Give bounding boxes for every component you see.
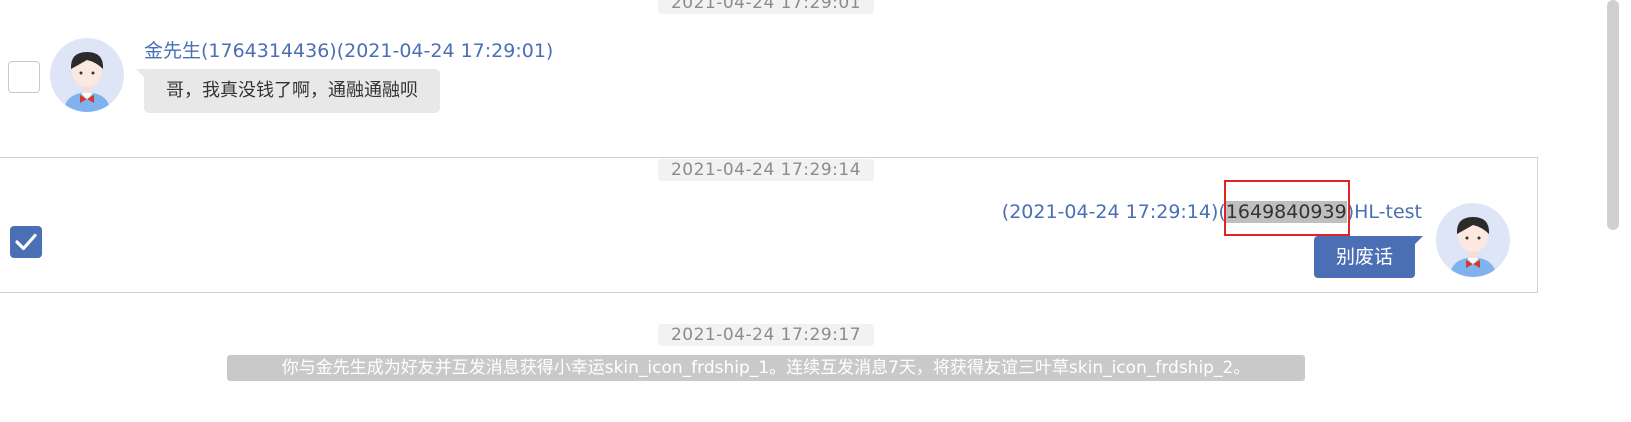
message-time: (2021-04-24 17:29:14)(	[1001, 201, 1226, 223]
message-select-checkbox[interactable]	[8, 61, 40, 93]
message-bubble[interactable]: 别废话	[1313, 236, 1424, 278]
sender-nickname: )HL-test	[1346, 201, 1422, 223]
avatar[interactable]	[50, 38, 124, 112]
message-select-checkbox[interactable]	[10, 226, 42, 258]
scrollbar[interactable]	[1597, 0, 1631, 422]
timestamp-pill: 2021-04-24 17:29:17	[658, 324, 874, 346]
avatar-icon	[64, 52, 110, 112]
highlight-box	[1224, 180, 1350, 236]
scrollbar-thumb[interactable]	[1607, 0, 1619, 230]
sender-name[interactable]: 金先生(1764314436)(2021-04-24 17:29:01)	[144, 36, 553, 63]
timestamp-pill: 2021-04-24 17:29:14	[658, 159, 874, 181]
message-bubble[interactable]: 哥，我真没钱了啊，通融通融呗	[136, 69, 440, 113]
avatar[interactable]	[1436, 203, 1510, 277]
avatar-icon	[1450, 217, 1496, 277]
timestamp-pill: 2021-04-24 17:29:01	[658, 0, 874, 14]
check-icon	[15, 233, 37, 251]
system-message: 你与金先生成为好友并互发消息获得小幸运skin_icon_frdship_1。连…	[227, 355, 1305, 381]
sender-name[interactable]: (2021-04-24 17:29:14)(1649840939)HL-test	[1002, 201, 1422, 223]
